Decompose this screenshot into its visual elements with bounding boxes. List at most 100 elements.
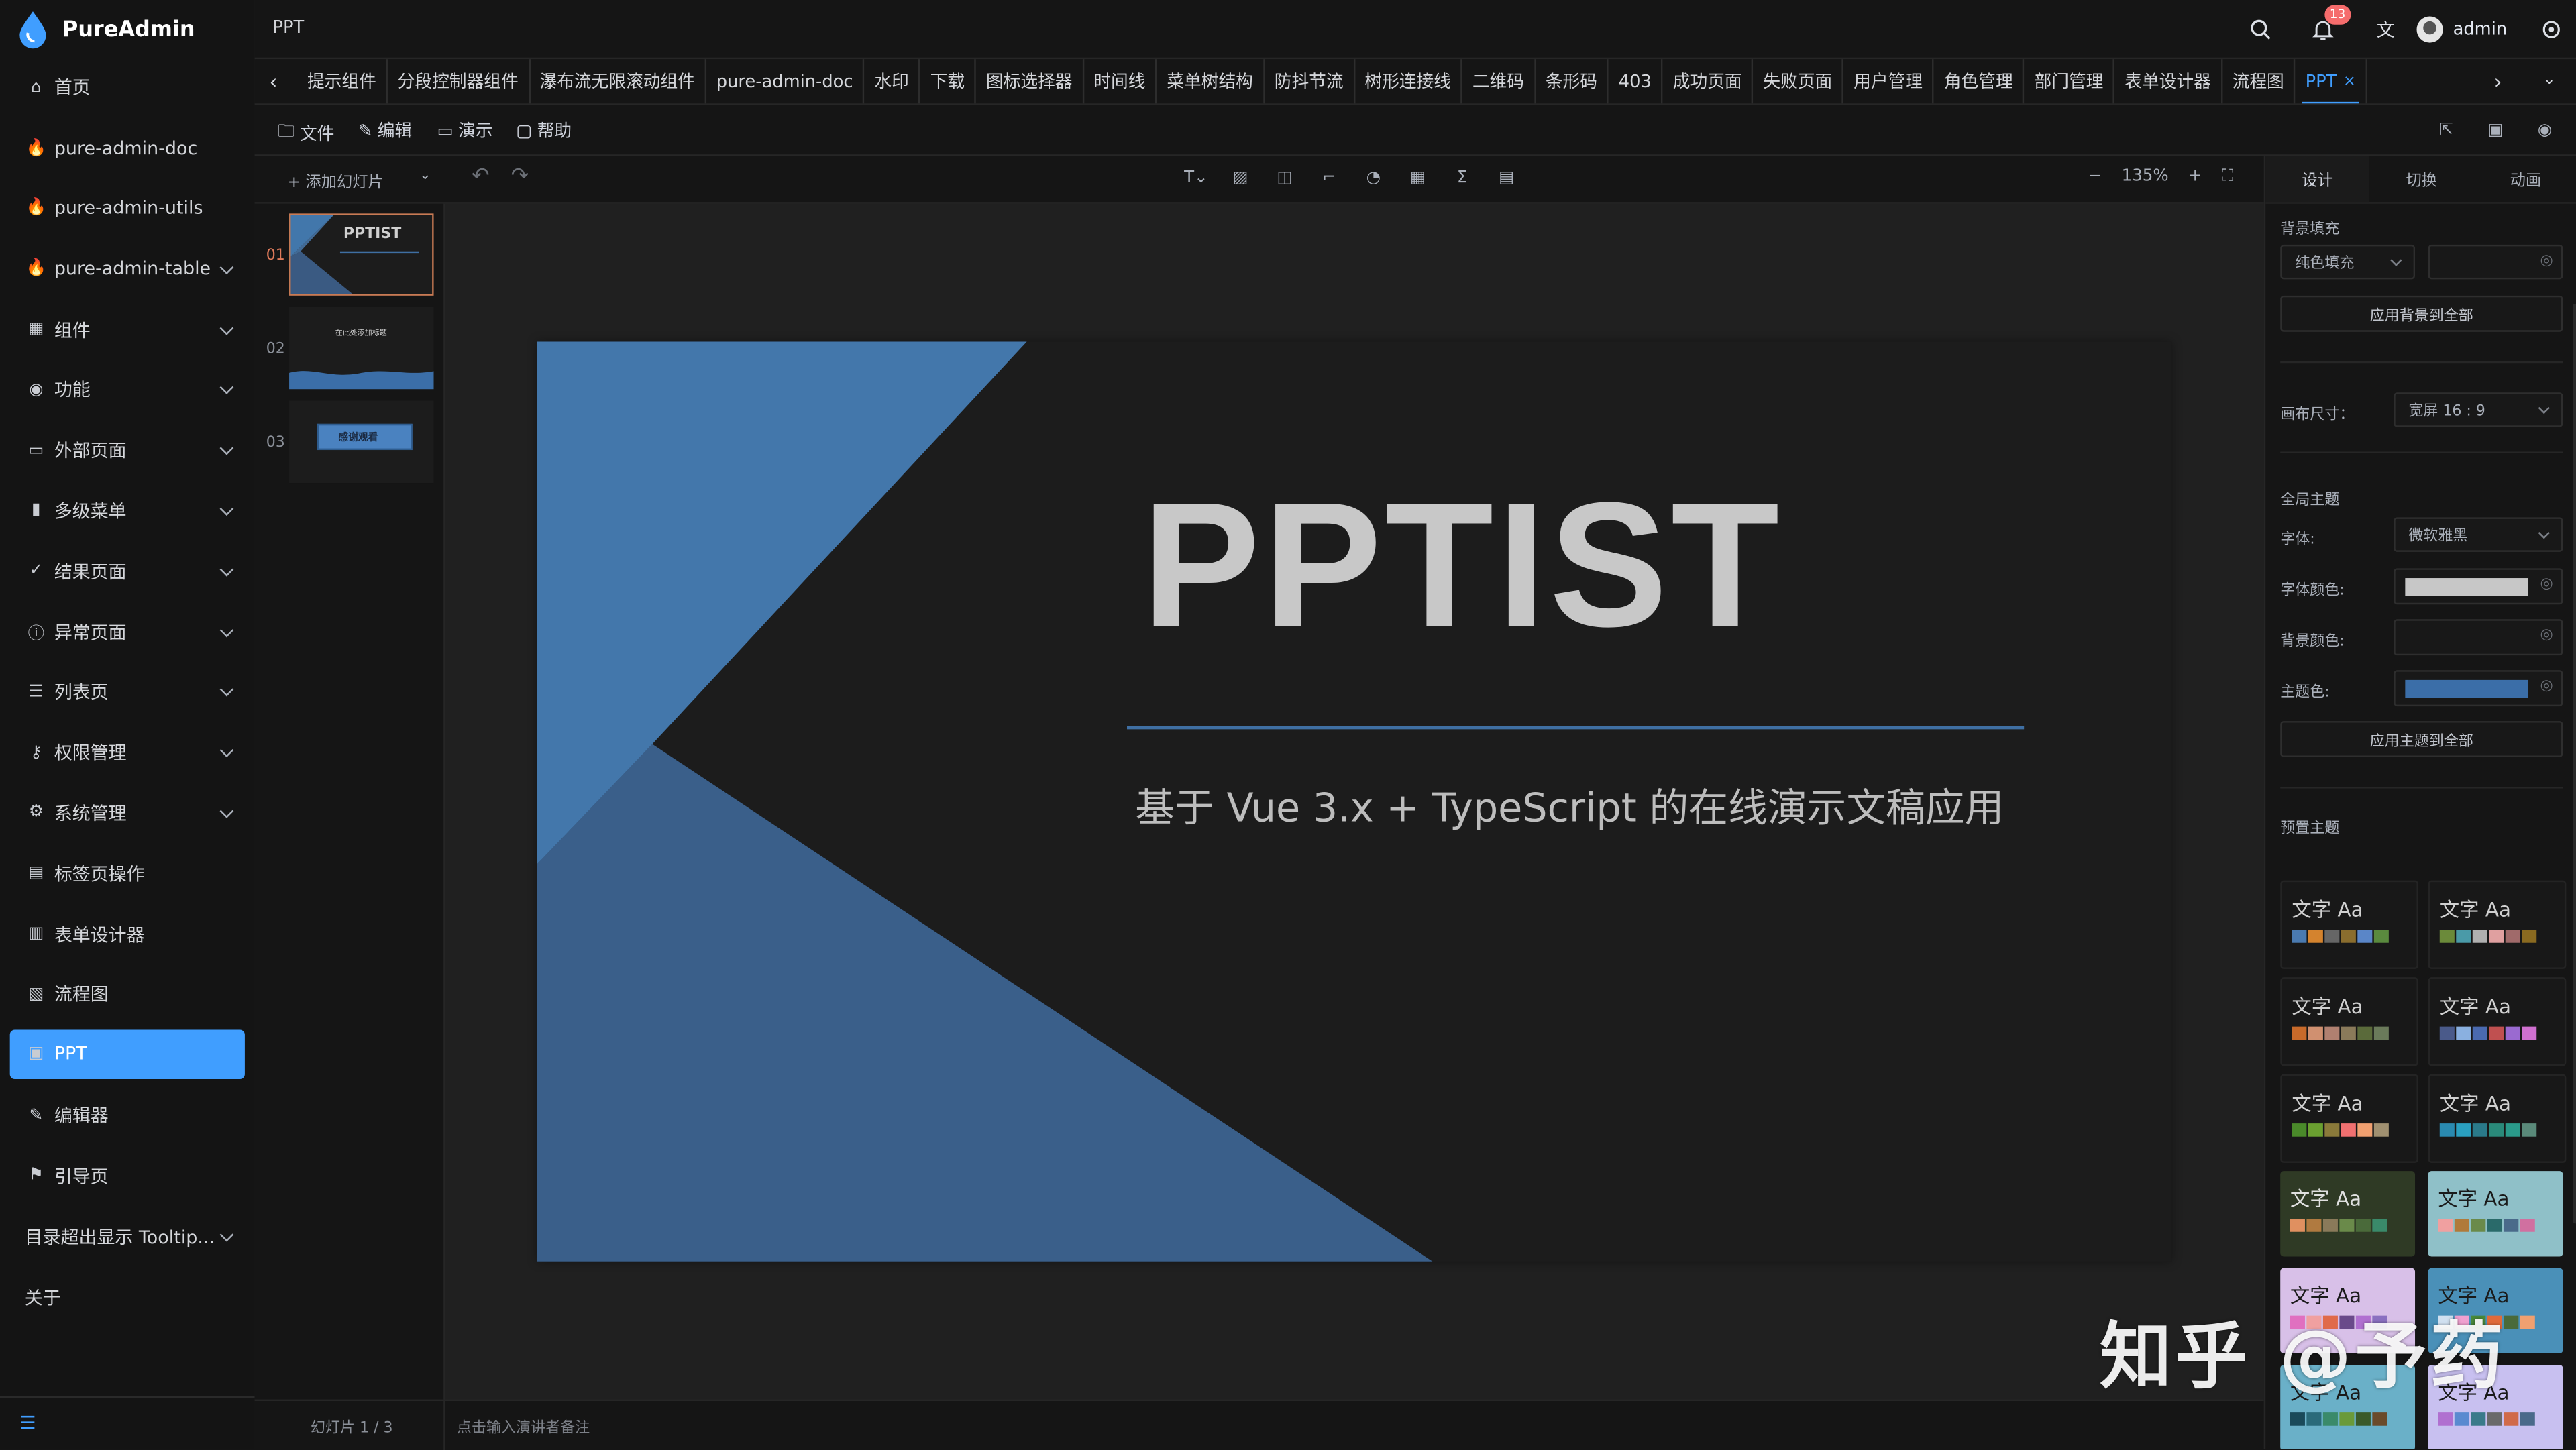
slide-thumbnail[interactable]: 在此处添加标题 xyxy=(289,306,434,390)
redo-icon[interactable]: ↷ xyxy=(511,164,529,189)
translate-icon[interactable]: 文 xyxy=(2374,17,2397,40)
preset-theme-card[interactable]: 文字 Aa xyxy=(2280,880,2418,969)
add-slide-dropdown-icon[interactable]: ⌄ xyxy=(419,168,431,184)
tab-item[interactable]: 403 xyxy=(1609,59,1664,104)
sidebar-item[interactable]: ▣ PPT xyxy=(9,1029,245,1079)
apply-theme-all-button[interactable]: 应用主题到全部 xyxy=(2280,721,2563,757)
shape-tool-icon[interactable]: ◫ xyxy=(1273,166,1296,188)
tab-item[interactable]: 二维码 xyxy=(1462,59,1536,104)
sidebar-item[interactable]: ▥ 表单设计器 xyxy=(0,903,255,964)
sidebar-item[interactable]: ⚙ 系统管理 xyxy=(0,783,255,843)
apply-background-all-button[interactable]: 应用背景到全部 xyxy=(2280,295,2563,332)
collapse-sidebar-icon[interactable]: ☰ xyxy=(19,1412,39,1434)
sidebar-item[interactable]: ☰ 列表页 xyxy=(0,662,255,722)
theme-color-picker[interactable]: ◎ xyxy=(2394,670,2563,707)
chevron-down-icon[interactable]: ⌄ xyxy=(2543,72,2563,92)
tab-item[interactable]: 瀑布流无限滚动组件 xyxy=(530,59,707,104)
current-slide[interactable]: PPTIST 基于 Vue 3.x + TypeScript 的在线演示文稿应用 xyxy=(537,341,2172,1262)
sidebar-item[interactable]: ✓ 结果页面 xyxy=(0,541,255,602)
sidebar-item[interactable]: ▮ 多级菜单 xyxy=(0,481,255,541)
close-icon[interactable]: × xyxy=(2343,73,2355,89)
chart-tool-icon[interactable]: ◔ xyxy=(1362,166,1385,188)
tab-item[interactable]: 时间线 xyxy=(1084,59,1157,104)
search-icon[interactable] xyxy=(2249,17,2272,40)
breadcrumb[interactable]: PPT xyxy=(273,18,305,38)
line-tool-icon[interactable]: ⌐ xyxy=(1318,166,1340,188)
username[interactable]: admin xyxy=(2453,19,2508,38)
tab-item[interactable]: 树形连接线 xyxy=(1355,59,1463,104)
sidebar-item[interactable]: ▤ 标签页操作 xyxy=(0,843,255,903)
sidebar-item[interactable]: 🔥 pure-admin-doc xyxy=(0,118,255,178)
slide-title[interactable]: PPTIST xyxy=(1142,476,1782,653)
panel-scrollbar[interactable] xyxy=(2573,304,2576,1224)
slideshow-icon[interactable]: ▣ xyxy=(2484,118,2507,141)
sidebar-item[interactable]: 🔥 pure-admin-utils xyxy=(0,178,255,239)
bg-color-picker[interactable]: ◎ xyxy=(2394,619,2563,656)
speaker-notes[interactable]: 点击输入演讲者备注 xyxy=(445,1399,2264,1450)
sidebar-item[interactable]: ▧ 流程图 xyxy=(0,964,255,1024)
tab-item[interactable]: 条形码 xyxy=(1536,59,1609,104)
sidebar-item[interactable]: 关于 xyxy=(0,1267,255,1327)
sidebar-item[interactable]: ⌂ 首页 xyxy=(0,58,255,118)
tab-item[interactable]: 菜单树结构 xyxy=(1157,59,1265,104)
preset-theme-card[interactable]: 文字 Aa xyxy=(2428,1074,2567,1163)
slide-divider-line[interactable] xyxy=(1127,726,2025,730)
preset-theme-card[interactable]: 文字 Aa xyxy=(2280,1171,2416,1257)
menu-file[interactable]: 🗀 文件 xyxy=(278,118,334,148)
slide-canvas[interactable]: PPTIST 基于 Vue 3.x + TypeScript 的在线演示文稿应用 xyxy=(445,203,2264,1400)
menu-edit[interactable]: ✎ 编辑 xyxy=(358,118,412,143)
preset-theme-card[interactable]: 文字 Aa xyxy=(2280,977,2418,1066)
tab-item[interactable]: 成功页面 xyxy=(1663,59,1754,104)
preset-theme-card[interactable]: 文字 Aa xyxy=(2428,977,2567,1066)
canvas-size-select[interactable]: 宽屏 16 : 9 xyxy=(2394,392,2563,427)
tab-transition[interactable]: 切换 xyxy=(2369,156,2473,203)
sidebar-item[interactable]: 🔥 pure-admin-table xyxy=(0,239,255,299)
chevron-left-icon[interactable]: ‹ xyxy=(270,70,286,93)
github-icon[interactable]: ◉ xyxy=(2533,118,2556,141)
tab-item[interactable]: 表单设计器 xyxy=(2115,59,2222,104)
sidebar-item[interactable]: ◉ 功能 xyxy=(0,359,255,420)
font-select[interactable]: 微软雅黑 xyxy=(2394,517,2563,552)
thumbnail-row[interactable]: 01 PPTIST xyxy=(255,213,444,298)
thumbnail-row[interactable]: 02 在此处添加标题 xyxy=(255,306,444,392)
tab-design[interactable]: 设计 xyxy=(2265,156,2370,203)
chevron-right-icon[interactable]: › xyxy=(2494,70,2514,93)
add-slide-button[interactable]: + 添加幻灯片 xyxy=(288,169,384,192)
image-tool-icon[interactable]: ▨ xyxy=(1229,166,1252,188)
undo-icon[interactable]: ↶ xyxy=(472,164,490,189)
tab-item[interactable]: 水印 xyxy=(865,59,920,104)
tab-item[interactable]: PPT × xyxy=(2296,59,2367,104)
sidebar-item[interactable]: ▭ 外部页面 xyxy=(0,420,255,480)
tab-item[interactable]: 用户管理 xyxy=(1843,59,1935,104)
sidebar-item[interactable]: ▦ 组件 xyxy=(0,299,255,359)
preset-theme-card[interactable]: 文字 Aa xyxy=(2280,1074,2418,1163)
tab-item[interactable]: 部门管理 xyxy=(2025,59,2115,104)
slide-thumbnail[interactable]: PPTIST xyxy=(289,213,434,296)
tab-item[interactable]: 提示组件 xyxy=(297,59,388,104)
media-tool-icon[interactable]: ▤ xyxy=(1495,166,1518,188)
sidebar-item[interactable]: 目录超出显示 Tooltip... xyxy=(0,1206,255,1266)
slide-subtitle[interactable]: 基于 Vue 3.x + TypeScript 的在线演示文稿应用 xyxy=(1135,775,2004,833)
sidebar-item[interactable]: ⓘ 异常页面 xyxy=(0,602,255,662)
preset-theme-card[interactable]: 文字 Aa xyxy=(2428,1171,2563,1257)
tab-item[interactable]: 流程图 xyxy=(2222,59,2296,104)
menu-present[interactable]: ▭ 演示 xyxy=(437,118,492,143)
sidebar-item[interactable]: ⚑ 引导页 xyxy=(0,1146,255,1206)
preset-theme-card[interactable]: 文字 Aa xyxy=(2428,880,2567,969)
zoom-out-icon[interactable]: − xyxy=(2088,168,2102,186)
tab-item[interactable]: 图标选择器 xyxy=(976,59,1084,104)
avatar[interactable] xyxy=(2416,15,2443,42)
tab-item[interactable]: pure-admin-doc xyxy=(706,59,865,104)
tab-animation[interactable]: 动画 xyxy=(2473,156,2576,203)
text-tool-icon[interactable]: T⌄ xyxy=(1184,166,1208,188)
sidebar-item[interactable]: ⚷ 权限管理 xyxy=(0,722,255,783)
zoom-level[interactable]: 135% xyxy=(2122,168,2169,186)
formula-tool-icon[interactable]: Σ xyxy=(1450,166,1473,188)
tab-item[interactable]: 下载 xyxy=(920,59,977,104)
tab-item[interactable]: 分段控制器组件 xyxy=(388,59,530,104)
slide-thumbnail[interactable]: 感谢观看 xyxy=(289,400,434,484)
font-color-picker[interactable]: ◎ xyxy=(2394,568,2563,605)
sidebar-item[interactable]: ✎ 编辑器 xyxy=(0,1085,255,1146)
fill-type-select[interactable]: 纯色填充 xyxy=(2280,244,2416,280)
export-icon[interactable]: ⇱ xyxy=(2434,118,2457,141)
